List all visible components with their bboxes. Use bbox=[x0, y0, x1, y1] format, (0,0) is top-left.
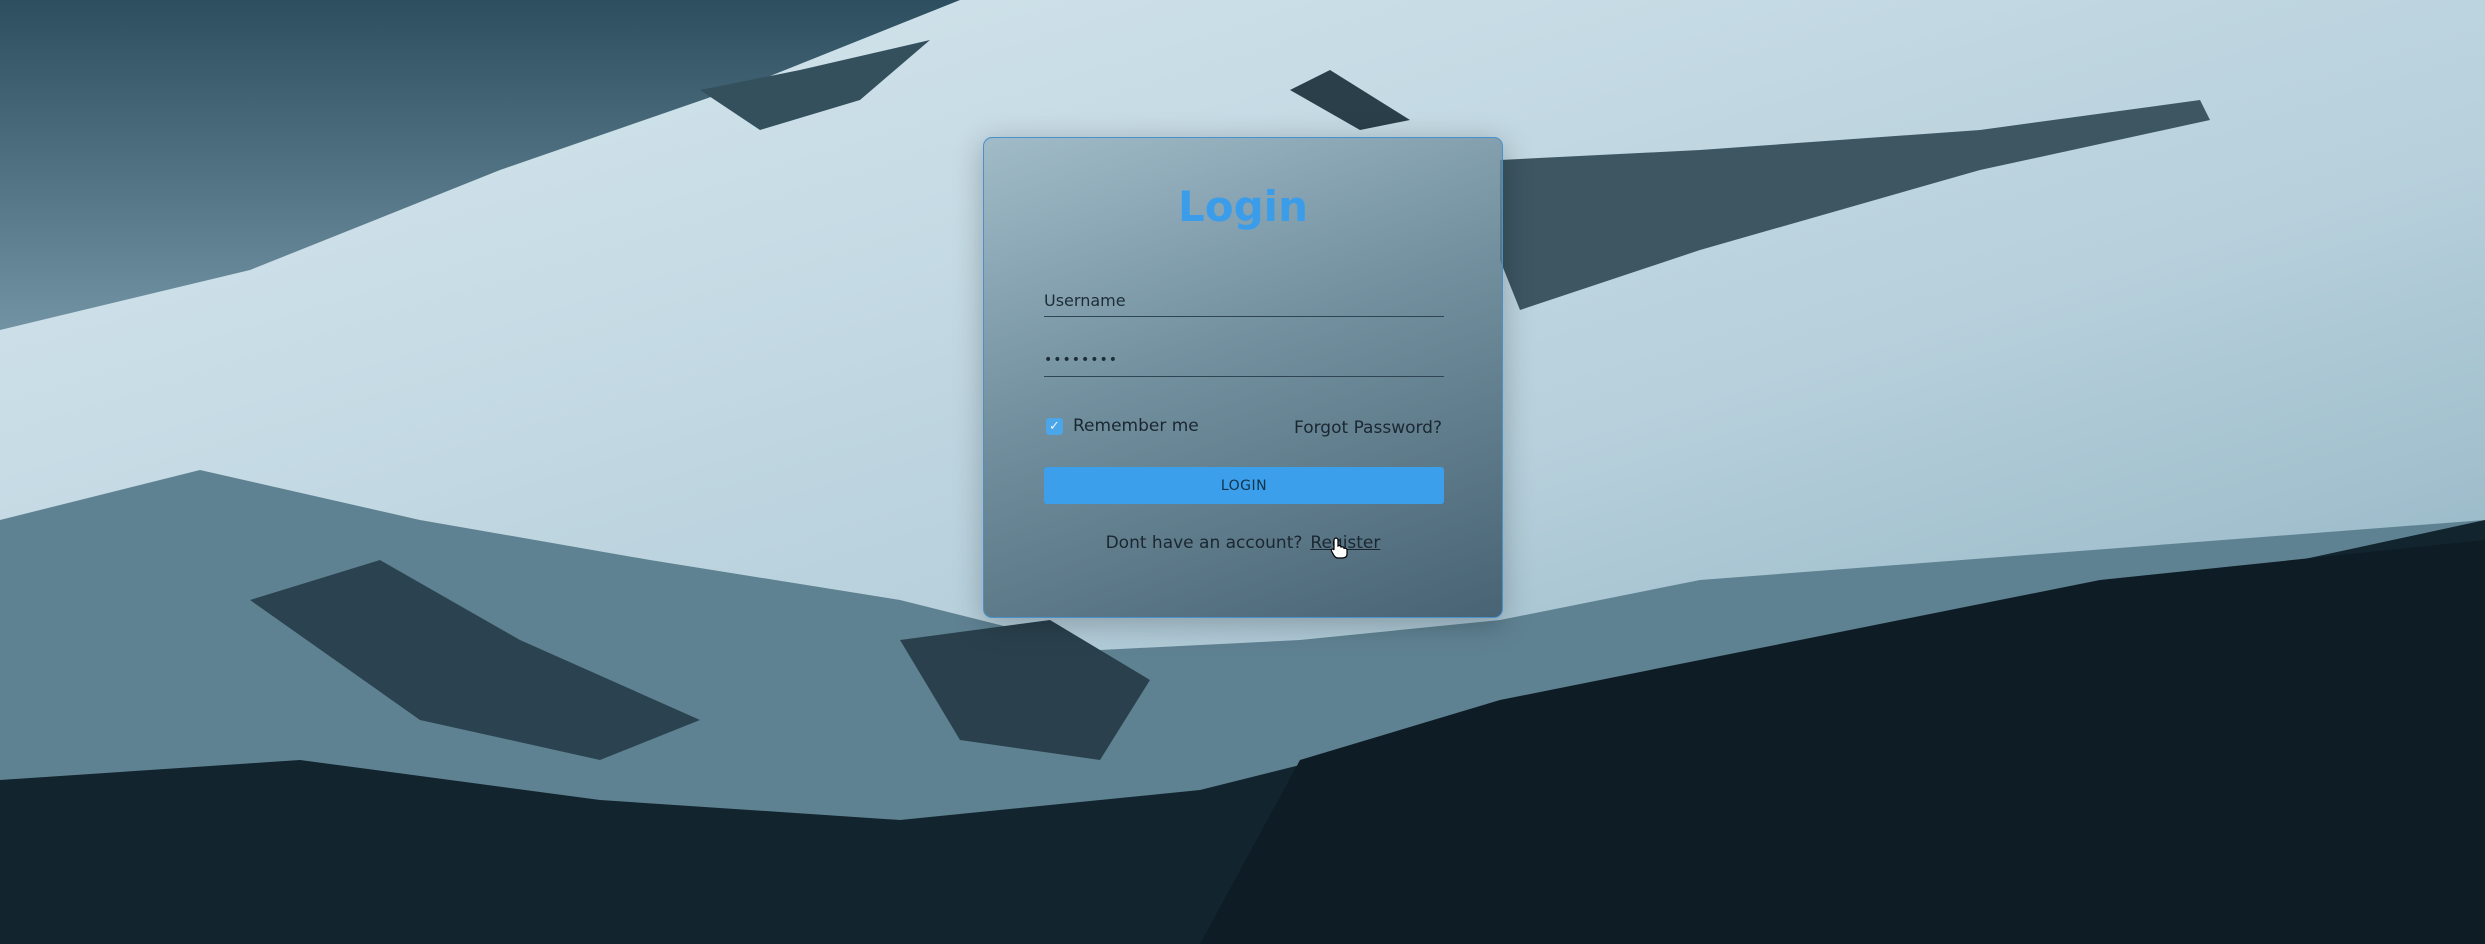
username-field[interactable] bbox=[1044, 284, 1444, 317]
password-field[interactable] bbox=[1044, 344, 1444, 377]
username-input[interactable] bbox=[1044, 284, 1444, 316]
checkmark-icon: ✓ bbox=[1049, 418, 1060, 434]
register-prompt-row: Dont have an account? Register bbox=[984, 533, 1502, 553]
remember-me-option[interactable]: ✓ Remember me bbox=[1046, 416, 1199, 436]
login-title: Login bbox=[1178, 182, 1308, 231]
forgot-password-link[interactable]: Forgot Password? bbox=[1294, 418, 1442, 438]
remember-me-checkbox[interactable]: ✓ bbox=[1046, 417, 1063, 435]
hand-pointer-icon bbox=[1330, 537, 1348, 563]
register-prompt-text: Dont have an account? bbox=[1105, 533, 1303, 553]
remember-me-label: Remember me bbox=[1073, 416, 1199, 436]
login-card: Login ✓ Remember me Forgot Password? LOG… bbox=[983, 137, 1503, 618]
password-input[interactable] bbox=[1044, 344, 1444, 376]
login-button[interactable]: LOGIN bbox=[1044, 467, 1444, 504]
